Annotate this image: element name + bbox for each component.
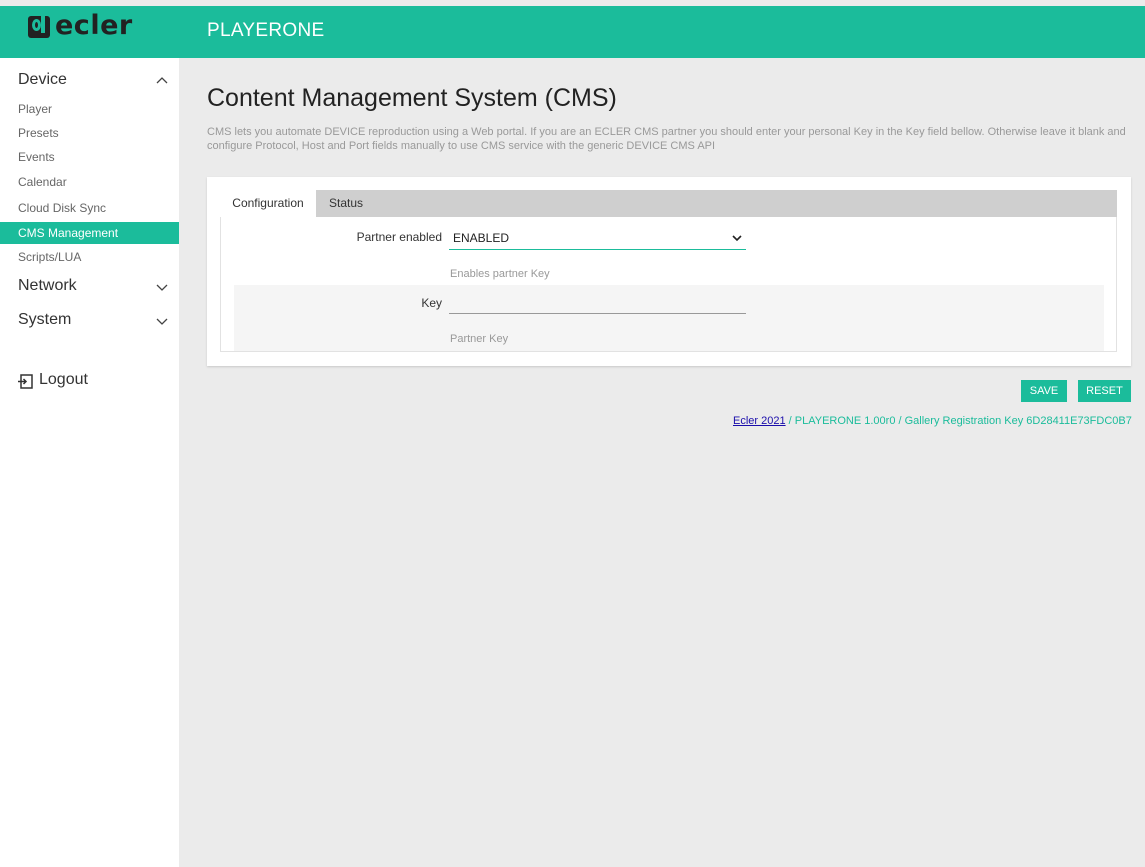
- partner-enabled-select[interactable]: ENABLED: [449, 230, 746, 250]
- sidebar-item-scripts-lua[interactable]: Scripts/LUA: [0, 246, 179, 268]
- sidebar-section-label: Network: [18, 277, 77, 294]
- sidebar: Device Player Presets Events Calendar Cl…: [0, 58, 179, 867]
- sidebar-item-events[interactable]: Events: [0, 146, 179, 168]
- partner-enabled-value: ENABLED: [453, 231, 510, 245]
- configuration-panel: Partner enabled ENABLED Enables partner …: [220, 217, 1117, 352]
- sidebar-item-presets[interactable]: Presets: [0, 122, 179, 144]
- sidebar-item-calendar[interactable]: Calendar: [0, 171, 179, 193]
- page-title: Content Management System (CMS): [207, 84, 617, 112]
- logo-text: ecler: [55, 10, 133, 41]
- footer: Ecler 2021 / PLAYERONE 1.00r0 / Gallery …: [733, 415, 1132, 427]
- chevron-down-icon: [732, 235, 742, 242]
- logout-icon: [18, 374, 33, 389]
- chevron-down-icon: [156, 318, 168, 325]
- sidebar-item-cloud-disk-sync[interactable]: Cloud Disk Sync: [0, 197, 179, 219]
- logo-mark-icon: [28, 16, 50, 38]
- ecler-logo[interactable]: ecler: [28, 10, 146, 50]
- key-input[interactable]: [449, 294, 746, 314]
- key-help: Partner Key: [450, 333, 509, 345]
- chevron-up-icon: [156, 77, 168, 84]
- ecler-link[interactable]: Ecler 2021: [733, 415, 786, 427]
- chevron-down-icon: [156, 284, 168, 291]
- tab-configuration[interactable]: Configuration: [220, 190, 316, 217]
- sidebar-item-cms-management[interactable]: CMS Management: [0, 222, 179, 244]
- page-description: CMS lets you automate DEVICE reproductio…: [207, 126, 1126, 152]
- sidebar-section-system[interactable]: System: [18, 311, 168, 333]
- app-title: PLAYERONE: [207, 20, 325, 41]
- logout-label: Logout: [39, 371, 88, 388]
- reset-button[interactable]: RESET: [1078, 380, 1131, 402]
- sidebar-section-label: Device: [18, 71, 67, 88]
- partner-enabled-label: Partner enabled: [356, 230, 442, 244]
- key-label: Key: [421, 296, 442, 310]
- sidebar-item-player[interactable]: Player: [0, 98, 179, 120]
- partner-enabled-help: Enables partner Key: [450, 268, 550, 280]
- save-button[interactable]: SAVE: [1021, 380, 1067, 402]
- cms-settings-card: Configuration Status Partner enabled ENA…: [207, 177, 1131, 366]
- sidebar-section-device[interactable]: Device: [18, 71, 168, 93]
- top-header: ecler PLAYERONE: [0, 6, 1145, 58]
- tab-bar: Configuration Status: [220, 190, 1117, 217]
- tab-status[interactable]: Status: [316, 190, 376, 217]
- footer-text: / PLAYERONE 1.00r0 / Gallery Registratio…: [785, 415, 1132, 427]
- sidebar-section-network[interactable]: Network: [18, 277, 168, 299]
- sidebar-section-label: System: [18, 311, 72, 328]
